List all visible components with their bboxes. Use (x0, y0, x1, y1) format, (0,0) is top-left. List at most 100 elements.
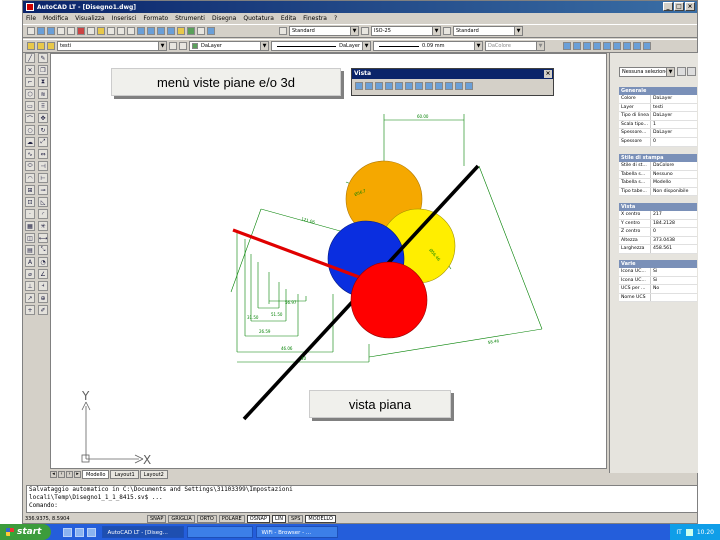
preview-icon[interactable] (67, 27, 75, 35)
section-header[interactable]: Stile di stampa (619, 154, 697, 162)
minimize-button[interactable]: _ (663, 2, 673, 11)
polar-toggle[interactable]: POLARE (218, 515, 245, 523)
layer-previous-icon[interactable] (179, 42, 187, 50)
task-browser[interactable]: WiFi - Browser - ... (256, 526, 339, 538)
prop-row[interactable]: Tabella s... Modello (619, 179, 697, 188)
prop-row[interactable]: Z centro 0 (619, 228, 697, 237)
prop-row[interactable]: Colore DaLayer (619, 95, 697, 104)
command-prompt[interactable]: Comando: (29, 502, 697, 510)
design-center-icon[interactable] (187, 27, 195, 35)
dim-aligned-icon[interactable]: ⤡ (38, 245, 48, 255)
revcloud-icon[interactable]: ☁ (25, 137, 35, 147)
dim-edit-icon[interactable]: ✐ (38, 305, 48, 315)
prop-row[interactable]: X centro 217 (619, 211, 697, 220)
tolerance-icon[interactable]: ⊕ (38, 293, 48, 303)
insert-block-icon[interactable]: ⊞ (25, 185, 35, 195)
dim-continue-icon[interactable]: ⫞ (38, 281, 48, 291)
prop-row[interactable]: Spessore... DaLayer (619, 129, 697, 138)
tab-modello[interactable]: Modello (82, 469, 110, 479)
move-icon[interactable]: ✥ (38, 113, 48, 123)
ucs-icon[interactable] (563, 42, 571, 50)
table-style-combo[interactable]: Standard ▼ (453, 26, 523, 36)
redo-icon[interactable] (127, 27, 135, 35)
chamfer-icon[interactable]: ◺ (38, 197, 48, 207)
explode-icon[interactable]: ✳ (38, 221, 48, 231)
network-icon[interactable] (685, 528, 693, 536)
model-toggle[interactable]: MODELLO (305, 515, 336, 523)
chevron-down-icon[interactable]: ▼ (350, 27, 358, 35)
paste-icon[interactable] (97, 27, 105, 35)
dim-diameter-icon[interactable]: ⌀ (25, 269, 35, 279)
dim-linear-icon[interactable]: ⟷ (38, 233, 48, 243)
chevron-down-icon[interactable]: ▼ (666, 68, 674, 76)
prop-row[interactable]: Larghezza 458.561 (619, 245, 697, 254)
dim-style-combo[interactable]: ISO-25 ▼ (371, 26, 441, 36)
prop-row[interactable]: Icona UC... Sì (619, 268, 697, 277)
first-tab-icon[interactable]: ◂ (50, 470, 57, 478)
prop-row[interactable]: Nome UCS (619, 293, 697, 303)
zoom-extents-icon[interactable] (603, 42, 611, 50)
plotstyle-combo[interactable]: DaColore ▼ (485, 41, 545, 51)
linetype-combo[interactable]: DaLayer ▼ (271, 41, 371, 51)
zoom-window-icon[interactable] (157, 27, 165, 35)
prop-row[interactable]: Tabella s... Nessuno (619, 170, 697, 180)
hatch-icon[interactable]: ▦ (25, 221, 35, 231)
section-header[interactable]: Generale (619, 87, 697, 95)
mail-icon[interactable] (87, 527, 97, 537)
selection-combo[interactable]: Nessuna selezione ▼ (619, 67, 675, 77)
table-icon[interactable]: ▤ (25, 245, 35, 255)
view-toolbar-close-button[interactable]: × (544, 70, 552, 78)
undo-icon[interactable] (117, 27, 125, 35)
menu-help[interactable]: ? (334, 15, 337, 22)
prop-row[interactable]: Icona UC... Sì (619, 276, 697, 286)
section-header[interactable]: Varie (619, 260, 697, 268)
prop-row[interactable]: Scala tipo... 1 (619, 120, 697, 130)
grid-toggle[interactable]: GRIGLIA (168, 515, 195, 523)
coordinates-readout[interactable]: 336.9375, 8.5904 (25, 516, 145, 522)
browser-icon[interactable] (75, 527, 85, 537)
menu-edita[interactable]: Edita (281, 15, 296, 22)
chevron-down-icon[interactable]: ▼ (514, 27, 522, 35)
menu-disegna[interactable]: Disegna (212, 15, 236, 22)
line-icon[interactable]: ╱ (25, 53, 35, 63)
zoom-previous-icon[interactable] (167, 27, 175, 35)
menu-modifica[interactable]: Modifica (43, 15, 68, 22)
open-icon[interactable] (37, 27, 45, 35)
color-combo[interactable]: DaLayer ▼ (189, 41, 269, 51)
make-current-layer-icon[interactable] (169, 42, 177, 50)
circle-icon[interactable]: ○ (25, 125, 35, 135)
menu-strumenti[interactable]: Strumenti (175, 15, 205, 22)
right-view-icon[interactable] (395, 82, 403, 90)
mirror-icon[interactable]: ⧗ (38, 77, 48, 87)
toggle-pickadd-icon[interactable] (677, 67, 686, 76)
top-view-icon[interactable] (365, 82, 373, 90)
zoom-out-icon[interactable] (583, 42, 591, 50)
stretch-icon[interactable]: ⇔ (38, 149, 48, 159)
rectangle-icon[interactable]: ▭ (25, 101, 35, 111)
mtext-icon[interactable]: A (25, 257, 35, 267)
dim-radius-icon[interactable]: ◔ (38, 257, 48, 267)
prop-row[interactable]: Stile di st... DaColore (619, 162, 697, 171)
ellipse-icon[interactable]: ⬭ (25, 161, 35, 171)
offset-icon[interactable]: ≋ (38, 89, 48, 99)
start-button[interactable]: start (0, 524, 52, 540)
menu-inserisci[interactable]: Inserisci (112, 15, 137, 22)
spline-icon[interactable]: ∿ (25, 149, 35, 159)
save-icon[interactable] (47, 27, 55, 35)
menu-file[interactable]: File (26, 15, 36, 22)
close-button[interactable]: × (685, 2, 695, 11)
prop-row[interactable]: Tipo tabe... Non disponibile (619, 187, 697, 197)
new-icon[interactable] (27, 27, 35, 35)
bottom-view-icon[interactable] (375, 82, 383, 90)
menu-finestra[interactable]: Finestra (303, 15, 327, 22)
text-style-combo[interactable]: Standard ▼ (289, 26, 359, 36)
se-iso-view-icon[interactable] (435, 82, 443, 90)
prev-tab-icon[interactable]: ‹ (58, 470, 65, 478)
menu-quotatura[interactable]: Quotatura (243, 15, 274, 22)
matchprop-icon[interactable] (107, 27, 115, 35)
layer-manager-icon[interactable] (27, 42, 35, 50)
chevron-down-icon[interactable]: ▼ (432, 27, 440, 35)
copy-icon[interactable] (87, 27, 95, 35)
help-icon[interactable] (207, 27, 215, 35)
zoom-dynamic-icon[interactable] (643, 42, 651, 50)
